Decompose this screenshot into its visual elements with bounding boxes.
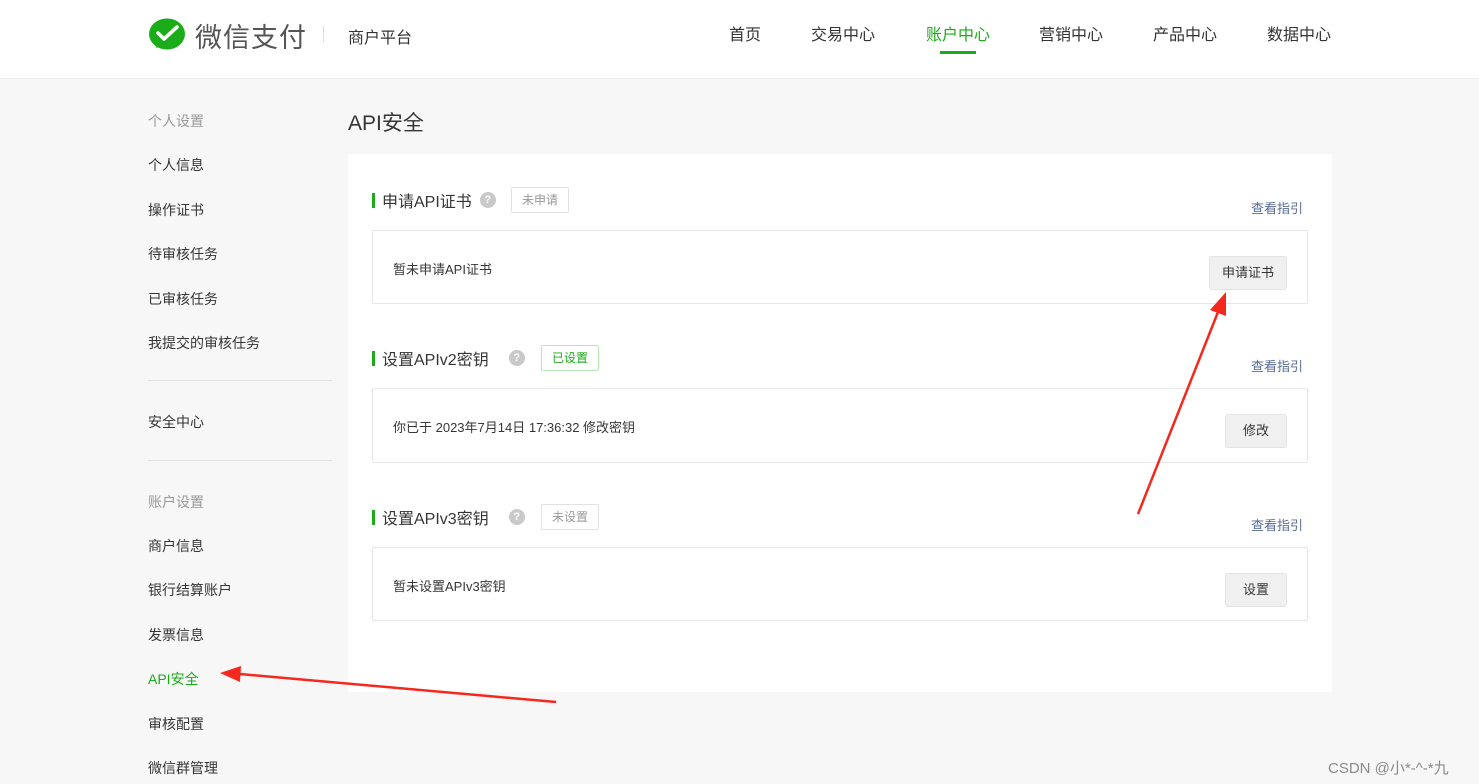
sidebar-item-reviewed[interactable]: 已审核任务 bbox=[148, 289, 218, 309]
help-question-icon[interactable]: ? bbox=[479, 192, 496, 208]
nav-marketing-center[interactable]: 营销中心 bbox=[1039, 21, 1103, 45]
apiv3-key-status-text: 暂未设置APIv3密钥 bbox=[393, 579, 506, 594]
sidebar-item-invoice-info[interactable]: 发票信息 bbox=[148, 625, 204, 645]
section-title: 设置APIv3密钥 bbox=[382, 511, 489, 528]
apiv3-key-box: 暂未设置APIv3密钥 bbox=[372, 547, 1308, 621]
sidebar-item-security-center[interactable]: 安全中心 bbox=[148, 412, 204, 432]
sidebar-item-merchant-info[interactable]: 商户信息 bbox=[148, 536, 204, 556]
wechat-pay-logo[interactable]: 微信支付 bbox=[148, 16, 307, 55]
apiv2-key-status-text: 你已于 2023年7月14日 17:36:32 修改密钥 bbox=[393, 420, 636, 435]
sidebar-item-review-config[interactable]: 审核配置 bbox=[148, 714, 204, 734]
set-key-button[interactable]: 设置 bbox=[1225, 573, 1287, 607]
section-header-apiv3: 设置APIv3密钥 ? bbox=[372, 504, 525, 530]
view-guide-link[interactable]: 查看指引 bbox=[1251, 515, 1303, 534]
section-title: 设置APIv2密钥 bbox=[382, 352, 489, 369]
status-badge: 已设置 bbox=[541, 345, 600, 371]
sidebar-item-wechat-group[interactable]: 微信群管理 bbox=[148, 758, 218, 778]
wechat-pay-icon bbox=[149, 18, 185, 49]
nav-product-center[interactable]: 产品中心 bbox=[1153, 21, 1217, 45]
help-question-icon[interactable]: ? bbox=[508, 509, 525, 525]
sidebar-item-pending-review[interactable]: 待审核任务 bbox=[148, 244, 218, 264]
sidebar-item-bank-account[interactable]: 银行结算账户 bbox=[148, 580, 232, 600]
sidebar-item-personal-info[interactable]: 个人信息 bbox=[148, 155, 204, 175]
csdn-watermark: CSDN @小*-^-*九 bbox=[1328, 760, 1449, 777]
nav-home[interactable]: 首页 bbox=[729, 21, 761, 45]
section-accent-bar bbox=[372, 509, 375, 525]
help-question-icon[interactable]: ? bbox=[508, 350, 525, 366]
api-cert-status-text: 暂未申请API证书 bbox=[393, 262, 492, 277]
nav-account-center[interactable]: 账户中心 bbox=[926, 21, 990, 45]
apiv2-key-box: 你已于 2023年7月14日 17:36:32 修改密钥 bbox=[372, 388, 1308, 463]
top-header: 微信支付 商户平台 首页 交易中心 账户中心 营销中心 产品中心 数据中心 bbox=[0, 0, 1479, 79]
page-title: API安全 bbox=[348, 112, 424, 135]
nav-active-indicator bbox=[940, 51, 976, 54]
sidebar-group-account: 账户设置 bbox=[148, 494, 204, 510]
view-guide-link[interactable]: 查看指引 bbox=[1251, 198, 1303, 217]
status-badge: 未申请 bbox=[511, 187, 570, 213]
apply-certificate-button[interactable]: 申请证书 bbox=[1209, 256, 1288, 290]
header-divider bbox=[323, 26, 324, 42]
section-header-api-cert: 申请API证书 ? bbox=[372, 187, 496, 213]
sidebar-item-operation-cert[interactable]: 操作证书 bbox=[148, 200, 204, 220]
view-guide-link[interactable]: 查看指引 bbox=[1251, 356, 1303, 375]
section-header-apiv2: 设置APIv2密钥 ? bbox=[372, 345, 525, 371]
platform-name: 商户平台 bbox=[348, 30, 413, 47]
modify-key-button[interactable]: 修改 bbox=[1225, 414, 1287, 448]
section-accent-bar bbox=[372, 192, 375, 208]
sidebar-divider bbox=[148, 380, 332, 381]
sidebar-divider bbox=[148, 460, 332, 461]
sidebar-group-personal: 个人设置 bbox=[148, 113, 204, 129]
api-cert-box: 暂未申请API证书 bbox=[372, 230, 1308, 304]
section-title: 申请API证书 bbox=[382, 194, 472, 211]
section-accent-bar bbox=[372, 350, 375, 366]
sidebar-item-my-submitted[interactable]: 我提交的审核任务 bbox=[148, 333, 260, 353]
brand-name: 微信支付 bbox=[195, 23, 307, 53]
status-badge: 未设置 bbox=[541, 504, 600, 530]
nav-data-center[interactable]: 数据中心 bbox=[1267, 21, 1331, 45]
nav-trade-center[interactable]: 交易中心 bbox=[811, 21, 875, 45]
sidebar-item-api-security[interactable]: API安全 bbox=[148, 669, 199, 689]
